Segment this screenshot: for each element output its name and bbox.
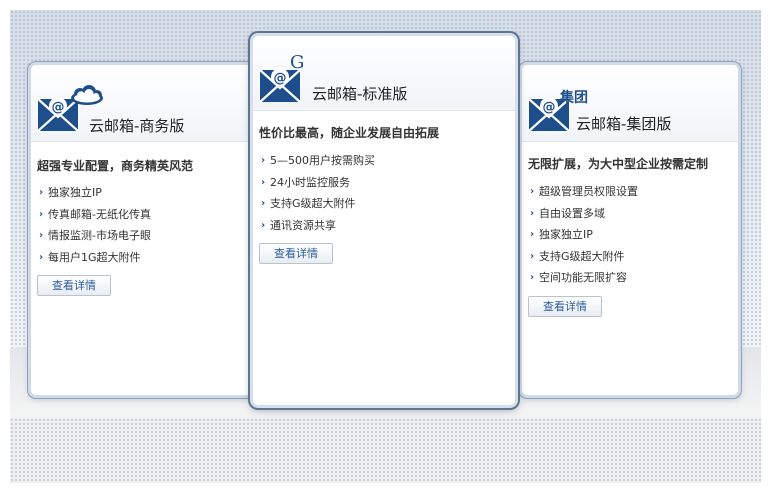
list-item: › 空间功能无限扩容 [530, 267, 638, 289]
list-item: › 超级管理员权限设置 [530, 181, 638, 203]
view-details-button[interactable]: 查看详情 [37, 275, 111, 296]
plan-title: 云邮箱-商务版 [89, 117, 185, 135]
bullet-arrow-icon: › [261, 176, 266, 188]
view-details-button[interactable]: 查看详情 [259, 243, 333, 264]
plan-title: 云邮箱-集团版 [576, 115, 672, 133]
bullet-arrow-icon: › [530, 250, 535, 262]
plan-card-business: @ 云邮箱-商务版 超强专业配置，商务精英风范 › 独家独立IP › 传真邮箱-无纸… [28, 62, 254, 398]
list-item: › 24小时监控服务 [261, 172, 375, 194]
plan-card-standard: @ G 云邮箱-标准版 性价比最高，随企业发展自由拓展 › 5—500用户按需购买… [250, 33, 518, 408]
bullet-arrow-icon: › [39, 208, 44, 220]
list-item: › 情报监测-市场电子眼 [39, 225, 151, 247]
plan-card-group: @ 集团 云邮箱-集团版 无限扩展，为大中型企业按需定制 › 超级管理员权限设置 … [519, 62, 741, 398]
bullet-arrow-icon: › [39, 230, 44, 241]
plan-tagline: 无限扩展，为大中型企业按需定制 [528, 157, 709, 171]
bullet-arrow-icon: › [530, 272, 535, 283]
list-item: › 每用户1G超大附件 [39, 247, 151, 269]
feature-list: › 独家独立IP › 传真邮箱-无纸化传真 › 情报监测-市场电子眼 › 每用户1G超大… [39, 182, 151, 268]
bullet-arrow-icon: › [261, 155, 266, 166]
plan-badge: 集团 [560, 90, 588, 106]
bullet-arrow-icon: › [261, 198, 266, 209]
view-details-button[interactable]: 查看详情 [528, 296, 602, 317]
bullet-arrow-icon: › [39, 187, 44, 198]
bullet-arrow-icon: › [261, 219, 266, 231]
pricing-stage: @ 云邮箱-商务版 超强专业配置，商务精英风范 › 独家独立IP › 传真邮箱-无纸… [10, 10, 761, 483]
feature-list: › 5—500用户按需购买 › 24小时监控服务 › 支持G级超大附件 › 通讯资源共享 [261, 150, 375, 236]
plan-tagline: 性价比最高，随企业发展自由拓展 [259, 126, 440, 140]
plan-tagline: 超强专业配置，商务精英风范 [37, 159, 194, 173]
list-item: › 支持G级超大附件 [530, 246, 638, 268]
bullet-arrow-icon: › [530, 229, 535, 240]
list-item: › 传真邮箱-无纸化传真 [39, 204, 151, 226]
bullet-arrow-icon: › [530, 207, 535, 219]
cloud-icon [71, 85, 103, 105]
svg-text:@: @ [52, 100, 65, 115]
bullet-arrow-icon: › [39, 251, 44, 263]
bullet-arrow-icon: › [530, 186, 535, 197]
plan-badge: G [290, 52, 305, 73]
list-item: › 支持G级超大附件 [261, 193, 375, 215]
svg-text:@: @ [274, 71, 287, 86]
list-item: › 独家独立IP [530, 224, 638, 246]
plan-title: 云邮箱-标准版 [312, 85, 408, 103]
feature-list: › 超级管理员权限设置 › 自由设置多域 › 独家独立IP › 支持G级超大附件 › 空间… [530, 181, 638, 289]
list-item: › 通讯资源共享 [261, 215, 375, 237]
svg-text:@: @ [543, 100, 556, 115]
list-item: › 5—500用户按需购买 [261, 150, 375, 172]
list-item: › 自由设置多域 [530, 203, 638, 225]
list-item: › 独家独立IP [39, 182, 151, 204]
